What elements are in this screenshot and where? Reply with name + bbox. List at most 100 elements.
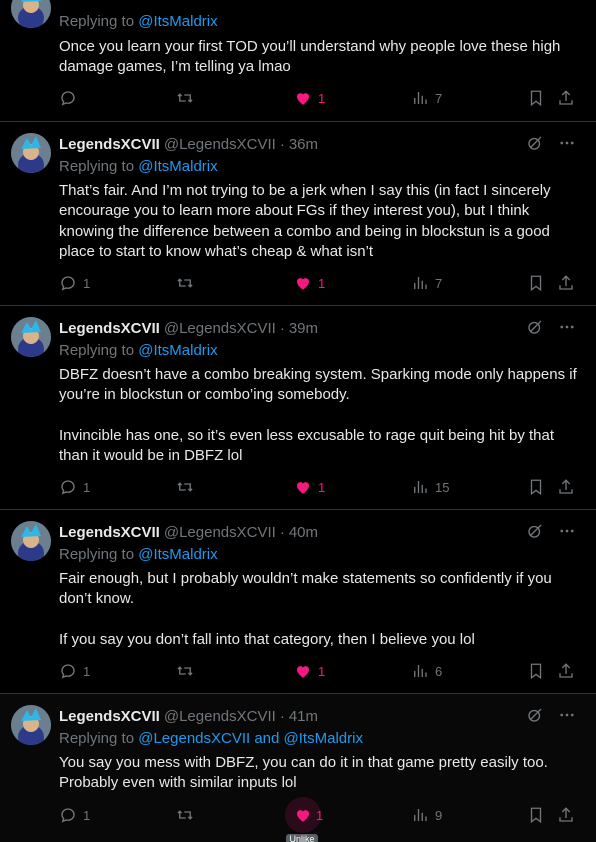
tweet-header: LegendsXCVII @LegendsXCVII · 39m [59,318,576,338]
more-icon[interactable] [558,522,576,540]
bookmark-button[interactable] [527,805,545,825]
bookmark-button[interactable] [527,88,545,108]
like-button[interactable]: 1 [294,661,325,681]
avatar[interactable] [11,317,51,357]
retweet-button[interactable] [175,805,201,825]
reply-tweet[interactable]: LegendsXCVII @LegendsXCVII · 36m Replyin… [0,122,596,306]
reply-icon [61,276,75,291]
reply-count: 1 [83,275,91,291]
reply-tweet[interactable]: LegendsXCVII @LegendsXCVII · 39m Replyin… [0,306,596,510]
mention-link[interactable]: @ItsMaldrix [138,13,217,30]
share-button[interactable] [557,805,575,825]
bookmark-button[interactable] [527,661,545,681]
replying-label: Replying to [59,342,139,359]
view-count: 7 [435,275,443,291]
timestamp[interactable]: 36m [289,136,318,153]
avatar[interactable] [11,133,51,173]
grok-icon[interactable] [526,706,544,724]
like-count: 1 [318,90,326,106]
retweet-icon [177,278,193,288]
retweet-button[interactable] [175,273,201,293]
share-icon [559,275,573,290]
more-icon[interactable] [558,134,576,152]
avatar[interactable] [11,521,51,561]
like-button[interactable]: 1 [294,273,325,293]
like-count: 1 [318,275,326,291]
replying-to: Replying to @LegendsXCVII and @ItsMaldri… [59,730,363,747]
tweet-text: You say you mess with DBFZ, you can do i… [59,754,553,792]
handle[interactable]: @LegendsXCVII [164,320,276,337]
reply-button[interactable]: 1 [59,273,90,293]
heart-filled-icon [297,93,309,105]
views-button[interactable]: 7 [411,273,442,293]
tweet-text: DBFZ doesn’t have a combo breaking syste… [59,366,577,465]
header-actions [526,134,576,152]
views-button[interactable]: 9 [411,805,442,825]
grok-icon[interactable] [526,522,544,540]
like-count: 1 [316,807,324,823]
share-button[interactable] [557,661,575,681]
handle[interactable]: @LegendsXCVII [164,708,276,725]
timestamp[interactable]: 40m [289,524,318,541]
mention-link[interactable]: @ItsMaldrix [138,158,217,175]
retweet-icon [177,482,193,492]
views-icon [414,92,427,104]
view-count: 6 [435,663,443,679]
display-name[interactable]: LegendsXCVII [59,524,160,541]
retweet-button[interactable] [175,477,201,497]
reply-tweet[interactable]: Replying to @ItsMaldrix Once you learn y… [0,0,596,122]
grok-icon[interactable] [526,134,544,152]
display-name[interactable]: LegendsXCVII [59,708,160,725]
view-count: 7 [435,90,443,106]
tweet-header: LegendsXCVII @LegendsXCVII · 41m [59,706,576,726]
like-button[interactable]: 1 [294,477,325,497]
handle[interactable]: @LegendsXCVII [164,136,276,153]
mention-link[interactable]: @ItsMaldrix [138,546,217,563]
mention-link[interactable]: @ItsMaldrix [138,342,217,359]
tweet-header: LegendsXCVII @LegendsXCVII · 40m [59,522,576,542]
header-actions [526,706,576,724]
reply-tweet[interactable]: LegendsXCVII @LegendsXCVII · 40m Replyin… [0,510,596,694]
tweet-text: Fair enough, but I probably wouldn’t mak… [59,570,552,648]
heart-filled-icon [297,810,309,822]
bookmark-button[interactable] [527,273,545,293]
share-button[interactable] [557,88,575,108]
timestamp[interactable]: 41m [289,708,318,725]
timestamp[interactable]: 39m [289,320,318,337]
more-icon[interactable] [558,318,576,336]
retweet-button[interactable] [175,88,201,108]
handle[interactable]: @LegendsXCVII [164,524,276,541]
bookmark-button[interactable] [527,477,545,497]
reply-icon [61,480,75,495]
bookmark-icon [530,275,542,292]
avatar[interactable] [11,0,51,28]
views-button[interactable]: 6 [411,661,442,681]
reply-button[interactable]: 1 [59,477,90,497]
retweet-icon [177,666,193,676]
reply-count: 1 [83,663,91,679]
like-button[interactable]: 1 [294,805,323,825]
mention-link[interactable]: @LegendsXCVII and @ItsMaldrix [138,730,363,747]
heart-filled-icon [297,666,309,678]
views-button[interactable]: 7 [411,88,442,108]
grok-icon[interactable] [526,318,544,336]
more-icon[interactable] [558,706,576,724]
view-count: 15 [435,479,450,495]
retweet-button[interactable] [175,661,201,681]
avatar[interactable] [11,705,51,745]
share-button[interactable] [557,477,575,497]
reply-icon [61,91,75,106]
like-button[interactable]: 1 [294,88,325,108]
views-button[interactable]: 15 [411,477,449,497]
replying-to: Replying to @ItsMaldrix [59,342,218,359]
replying-label: Replying to [59,158,139,175]
replying-label: Replying to [59,730,139,747]
share-button[interactable] [557,273,575,293]
tweet-actions: 1 7 [59,88,580,108]
reply-button[interactable] [59,88,83,108]
reply-button[interactable]: 1 [59,661,90,681]
reply-button[interactable]: 1 [59,805,90,825]
display-name[interactable]: LegendsXCVII [59,320,160,337]
display-name[interactable]: LegendsXCVII [59,136,160,153]
reply-count: 1 [83,807,91,823]
